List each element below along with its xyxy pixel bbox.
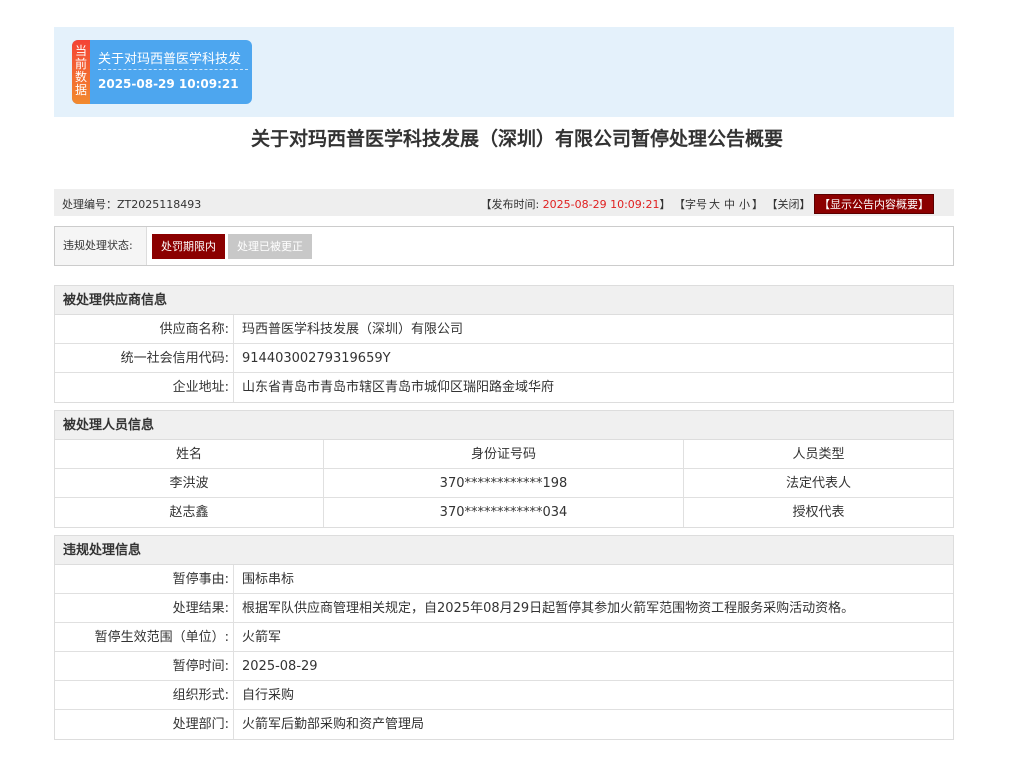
field-label: 暂停生效范围（单位）: — [55, 623, 234, 651]
table-row: 赵志鑫 370************034 授权代表 — [55, 498, 953, 527]
field-value: 山东省青岛市青岛市辖区青岛市城仰区瑞阳路金域华府 — [242, 380, 555, 395]
font-size-large-link[interactable]: 大 — [709, 198, 720, 211]
field-value: 火箭军后勤部采购和资产管理局 — [242, 717, 425, 732]
field-value: 自行采购 — [242, 688, 295, 703]
violation-status-box: 违规处理状态: 处罚期限内 处理已被更正 — [54, 226, 954, 266]
card-time: 2025-08-29 10:09:21 — [98, 77, 239, 91]
violation-section: 违规处理信息 暂停事由: 围标串标 处理结果: 根据军队供应商管理相关规定，自2… — [54, 535, 954, 740]
font-size-medium-link[interactable]: 中 — [724, 198, 735, 211]
violation-row-reason: 暂停事由: 围标串标 — [55, 565, 953, 594]
violation-row-result: 处理结果: 根据军队供应商管理相关规定，自2025年08月29日起暂停其参加火箭… — [55, 594, 953, 623]
page-title: 关于对玛西普医学科技发展（深圳）有限公司暂停处理公告概要 — [250, 128, 783, 150]
field-label: 处理结果: — [55, 594, 234, 622]
violation-row-department: 处理部门: 火箭军后勤部采购和资产管理局 — [55, 710, 953, 739]
status-active-badge: 处罚期限内 — [152, 234, 225, 259]
persons-header-row: 姓名 身份证号码 人员类型 — [55, 440, 953, 469]
violation-heading: 违规处理信息 — [55, 536, 953, 565]
status-label: 违规处理状态: — [55, 227, 147, 265]
field-value: 围标串标 — [242, 572, 295, 587]
font-size-suffix: 】 — [752, 198, 763, 211]
supplier-row-address: 企业地址: 山东省青岛市青岛市辖区青岛市城仰区瑞阳路金域华府 — [55, 373, 953, 402]
column-header-id: 身份证号码 — [324, 440, 684, 468]
field-value: 2025-08-29 — [242, 659, 318, 674]
field-label: 暂停时间: — [55, 652, 234, 680]
person-id: 370************198 — [324, 469, 684, 497]
meta-bar: 处理编号：ZT2025118493 【发布时间: 2025-08-29 10:0… — [54, 189, 954, 216]
table-row: 李洪波 370************198 法定代表人 — [55, 469, 953, 498]
status-inactive-badge: 处理已被更正 — [228, 234, 312, 259]
publish-suffix: 】 — [659, 198, 671, 211]
persons-section: 被处理人员信息 姓名 身份证号码 人员类型 李洪波 370***********… — [54, 410, 954, 528]
violation-row-form: 组织形式: 自行采购 — [55, 681, 953, 710]
top-banner: 当前数据 关于对玛西普医学科技发 2025-08-29 10:09:21 — [54, 27, 954, 117]
persons-heading: 被处理人员信息 — [55, 411, 953, 440]
person-name: 赵志鑫 — [55, 498, 324, 527]
supplier-section: 被处理供应商信息 供应商名称: 玛西普医学科技发展（深圳）有限公司 统一社会信用… — [54, 285, 954, 403]
field-label: 统一社会信用代码: — [55, 344, 234, 372]
field-value: 火箭军 — [242, 630, 282, 645]
person-id: 370************034 — [324, 498, 684, 527]
meta-tools: 【发布时间: 2025-08-29 10:09:21】 【字号大中小】 【关闭】… — [480, 194, 934, 214]
field-value: 根据军队供应商管理相关规定，自2025年08月29日起暂停其参加火箭军范围物资工… — [242, 601, 855, 616]
process-code-value: ZT2025118493 — [117, 198, 202, 211]
supplier-row-name: 供应商名称: 玛西普医学科技发展（深圳）有限公司 — [55, 315, 953, 344]
field-label: 组织形式: — [55, 681, 234, 709]
field-label: 处理部门: — [55, 710, 234, 739]
publish-prefix: 【发布时间: — [480, 198, 543, 211]
font-size-prefix: 【字号 — [674, 198, 707, 211]
process-code-label: 处理编号： — [62, 198, 117, 211]
person-type: 法定代表人 — [785, 476, 851, 491]
column-header-type: 人员类型 — [792, 447, 845, 462]
person-type: 授权代表 — [792, 505, 845, 520]
field-value: 91440300279319659Y — [242, 351, 391, 366]
process-code: 处理编号：ZT2025118493 — [62, 196, 201, 212]
font-size-small-link[interactable]: 小 — [739, 198, 750, 211]
supplier-row-credit-code: 统一社会信用代码: 91440300279319659Y — [55, 344, 953, 373]
field-label: 企业地址: — [55, 373, 234, 402]
field-label: 供应商名称: — [55, 315, 234, 343]
current-data-card[interactable]: 当前数据 关于对玛西普医学科技发 2025-08-29 10:09:21 — [72, 40, 252, 104]
supplier-heading: 被处理供应商信息 — [55, 286, 953, 315]
show-summary-button[interactable]: 【显示公告内容概要】 — [814, 194, 934, 214]
close-link[interactable]: 【关闭】 — [767, 198, 811, 211]
field-value: 玛西普医学科技发展（深圳）有限公司 — [242, 322, 464, 337]
field-label: 暂停事由: — [55, 565, 234, 593]
person-name: 李洪波 — [55, 469, 324, 497]
publish-time: 2025-08-29 10:09:21 — [542, 198, 660, 211]
card-title[interactable]: 关于对玛西普医学科技发 — [98, 48, 248, 70]
violation-row-scope: 暂停生效范围（单位）: 火箭军 — [55, 623, 953, 652]
current-data-tag: 当前数据 — [72, 40, 90, 104]
column-header-name: 姓名 — [55, 440, 324, 468]
violation-row-date: 暂停时间: 2025-08-29 — [55, 652, 953, 681]
